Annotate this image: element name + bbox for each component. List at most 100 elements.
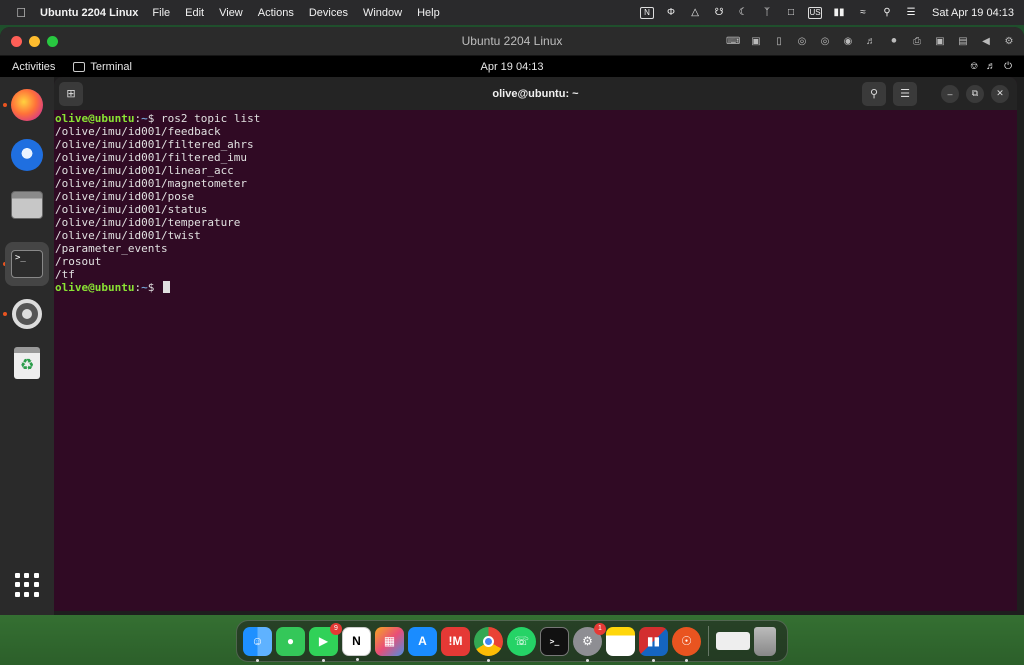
dock-thunderbird[interactable] [5, 133, 49, 177]
control-center-icon[interactable]: ☰ [904, 6, 918, 20]
dock-chrome[interactable] [474, 626, 503, 662]
active-app-menu[interactable]: Terminal [73, 61, 132, 73]
dock-notion[interactable]: N [342, 626, 371, 661]
dock-facetime[interactable]: ▶ 9 [309, 622, 342, 662]
terminal-scrollbar[interactable] [1009, 110, 1017, 611]
macos-menubar:  Ubuntu 2204 Linux File Edit View Actio… [0, 0, 1024, 25]
dock-terminal-mac[interactable]: >_ [540, 626, 569, 656]
output-line: /rosout [55, 255, 102, 268]
vm-titlebar[interactable]: Ubuntu 2204 Linux ⌨ ▣ ▯ ◎ ◎ ◉ ♬ ⚫ ⎙ ▣ ▤ … [0, 27, 1024, 56]
dock-settings[interactable] [5, 292, 49, 336]
command-line: olive@ubuntu:~$ ros2 topic list [55, 112, 261, 125]
menu-help[interactable]: Help [417, 7, 440, 19]
output-line: /olive/imu/id001/status [55, 203, 208, 216]
menu-devices[interactable]: Devices [309, 7, 348, 19]
menu-button[interactable]: ☰ [893, 81, 917, 106]
battery-icon[interactable]: ▮▮ [832, 6, 846, 20]
current-prompt-line: olive@ubuntu:~$ [55, 281, 1016, 294]
ubuntu-icon: ☉ [681, 634, 692, 648]
bluetooth-icon[interactable]: ᛉ [760, 6, 774, 20]
dock-parallels[interactable]: ▮▮ [639, 626, 668, 662]
facetime-icon: ▶ [318, 634, 329, 648]
messages-icon: ● [286, 634, 295, 648]
menubar-clock[interactable]: Sat Apr 19 04:13 [932, 7, 1014, 19]
notion-icon: N [352, 634, 361, 648]
dock-notes[interactable] [606, 626, 635, 656]
display-icon[interactable]: □ [784, 6, 798, 20]
tempo-icon[interactable]: Φ [664, 6, 678, 20]
facetime-badge: 9 [330, 622, 342, 635]
menu-view[interactable]: View [219, 7, 243, 19]
dock-trash-mac[interactable] [754, 626, 776, 656]
dock-launchpad[interactable]: ▦ [375, 626, 404, 656]
apple-icon[interactable]:  [10, 5, 32, 20]
output-line: /parameter_events [55, 242, 168, 255]
app-store-icon: A [418, 634, 427, 648]
dock-trash[interactable]: ♻ [5, 341, 49, 385]
dock-finder[interactable]: ☺ [243, 626, 272, 662]
spotlight-search-icon[interactable]: ⚲ [880, 6, 894, 20]
menu-actions[interactable]: Actions [258, 7, 294, 19]
dock-terminal[interactable]: >_ [5, 242, 49, 286]
focus-moon-icon[interactable]: ☾ [736, 6, 750, 20]
active-app-label: Terminal [90, 60, 132, 73]
menubar-app-name[interactable]: Ubuntu 2204 Linux [40, 7, 138, 19]
terminal-output[interactable]: olive@ubuntu:~$ ros2 topic list /olive/i… [54, 110, 1017, 296]
prompt-user: olive@ubuntu [55, 281, 135, 294]
terminal-window: ⊞ olive@ubuntu: ~ ⚲ ☰ – ⧉ ✕ olive@ubuntu… [54, 77, 1017, 611]
menubar-status-area: N Φ △ ☋ ☾ ᛉ □ US ▮▮ ≈ ⚲ ☰ Sat Apr 19 04:… [640, 6, 1014, 20]
terminal-app-icon [73, 61, 86, 72]
dock-files[interactable] [5, 183, 49, 227]
input-source-indicator[interactable]: US [808, 6, 823, 19]
dock-firefox[interactable] [5, 83, 49, 127]
prompt-user: olive@ubuntu [55, 112, 135, 125]
command-text: ros2 topic list [160, 112, 261, 125]
dock-minimized-window[interactable] [716, 632, 750, 650]
dock-messages[interactable]: ● [276, 626, 305, 656]
output-line: /olive/imu/id001/temperature [55, 216, 241, 229]
output-line: /olive/imu/id001/filtered_imu [55, 151, 248, 164]
chrome-icon [483, 635, 494, 647]
output-line: /olive/imu/id001/twist [55, 229, 201, 242]
headphones-icon[interactable]: ☋ [712, 6, 726, 20]
volume-icon: ♬ [986, 61, 997, 72]
search-button[interactable]: ⚲ [862, 81, 886, 106]
dock-app-store[interactable]: A [408, 626, 437, 656]
search-icon: ⚲ [869, 88, 879, 100]
firefox-icon [11, 89, 43, 121]
output-line: /olive/imu/id001/linear_acc [55, 164, 234, 177]
prompt-path: ~ [141, 112, 148, 125]
ubuntu-datetime[interactable]: Apr 19 04:13 [0, 61, 1024, 73]
terminal-headerbar[interactable]: ⊞ olive@ubuntu: ~ ⚲ ☰ – ⧉ ✕ [54, 77, 1017, 110]
system-menu[interactable]: ⎊ ♬ ⏻ [970, 61, 1012, 72]
vm-window-title: Ubuntu 2204 Linux [461, 34, 563, 48]
screenshot-icon[interactable]: △ [688, 6, 702, 20]
maximize-button[interactable]: ⧉ [966, 84, 984, 103]
settings-icon [12, 299, 42, 329]
menu-file[interactable]: File [152, 7, 170, 19]
finder-icon: ☺ [251, 634, 264, 648]
close-icon: ✕ [996, 88, 1004, 98]
menu-window[interactable]: Window [363, 7, 402, 19]
thunderbird-icon [11, 139, 43, 171]
output-line: /olive/imu/id001/filtered_ahrs [55, 138, 254, 151]
network-wired-icon: ⎊ [970, 61, 979, 72]
dock-mindnode[interactable]: !M [441, 626, 470, 656]
settings-badge: 1 [594, 622, 606, 635]
dock-whatsapp[interactable]: ☏ [507, 626, 536, 656]
trash-icon: ♻ [14, 347, 40, 379]
vm-window: Ubuntu 2204 Linux ⌨ ▣ ▯ ◎ ◎ ◉ ♬ ⚫ ⎙ ▣ ▤ … [0, 27, 1024, 615]
system-settings-icon: ⚙ [582, 634, 593, 648]
minimize-icon: – [947, 88, 953, 99]
minimize-button[interactable]: – [941, 84, 959, 103]
dock-system-settings[interactable]: ⚙ 1 [573, 622, 606, 662]
show-applications-button[interactable] [5, 563, 49, 607]
menu-edit[interactable]: Edit [185, 7, 204, 19]
dock-ubuntu-vm[interactable]: ☉ [672, 626, 701, 662]
activities-button[interactable]: Activities [12, 61, 55, 73]
new-tab-button[interactable]: ⊞ [59, 81, 83, 106]
close-button[interactable]: ✕ [991, 84, 1009, 103]
notion-status-icon[interactable]: N [640, 6, 655, 19]
output-line: /olive/imu/id001/magnetometer [55, 177, 248, 190]
wifi-icon[interactable]: ≈ [856, 6, 870, 20]
